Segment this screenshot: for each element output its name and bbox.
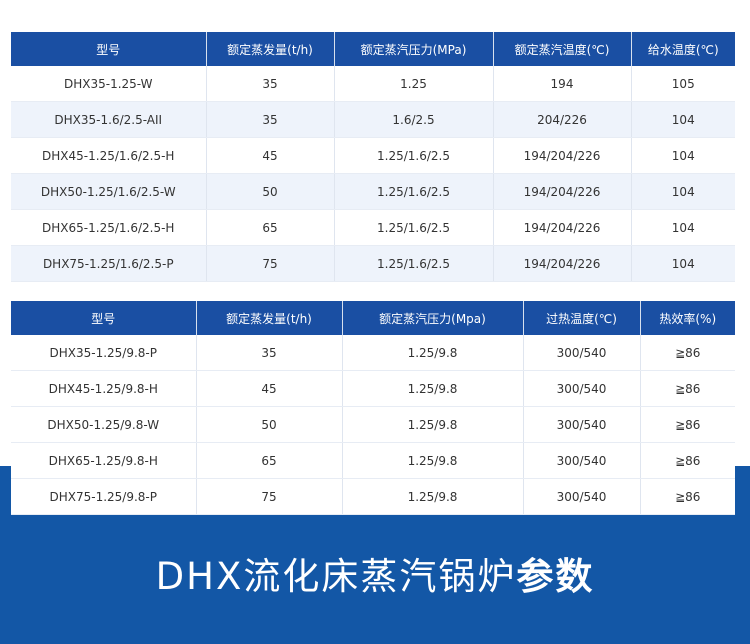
table-cell: 1.6/2.5 xyxy=(334,101,494,138)
table-cell: 75 xyxy=(196,478,343,515)
table-row: DHX75-1.25/9.8-P 75 1.25/9.8 300/540 ≧86 xyxy=(11,478,735,515)
table-cell: 194/204/226 xyxy=(493,137,632,174)
table-cell: 1.25/1.6/2.5 xyxy=(334,137,494,174)
title-main: DHX流化床蒸汽锅炉 xyxy=(155,555,517,598)
table-cell: 194 xyxy=(493,66,632,102)
table-cell: 1.25/9.8 xyxy=(342,478,524,515)
table-cell: DHX45-1.25/9.8-H xyxy=(11,370,197,407)
table-row: DHX35-1.25-W 35 1.25 194 105 xyxy=(11,66,735,102)
table-cell: 1.25/9.8 xyxy=(342,442,524,479)
table-cell: 300/540 xyxy=(523,478,641,515)
header-cell: 过热温度(℃) xyxy=(523,301,641,335)
table-cell: 1.25/1.6/2.5 xyxy=(334,173,494,210)
table-row: DHX50-1.25/9.8-W 50 1.25/9.8 300/540 ≧86 xyxy=(11,406,735,443)
table-cell: 1.25/9.8 xyxy=(342,370,524,407)
table-row: DHX75-1.25/1.6/2.5-P 75 1.25/1.6/2.5 194… xyxy=(11,245,735,282)
table-cell: 194/204/226 xyxy=(493,209,632,246)
table-cell: DHX50-1.25/9.8-W xyxy=(11,406,197,443)
table-cell: ≧86 xyxy=(640,370,735,407)
table-cell: 104 xyxy=(631,137,735,174)
table-cell: 204/226 xyxy=(493,101,632,138)
table-row: DHX65-1.25/9.8-H 65 1.25/9.8 300/540 ≧86 xyxy=(11,442,735,479)
header-cell: 额定蒸发量(t/h) xyxy=(196,301,343,335)
table-cell: ≧86 xyxy=(640,478,735,515)
table-row: DHX45-1.25/9.8-H 45 1.25/9.8 300/540 ≧86 xyxy=(11,370,735,407)
table-cell: DHX65-1.25/1.6/2.5-H xyxy=(11,209,207,246)
header-cell: 额定蒸汽压力(Mpa) xyxy=(342,301,524,335)
table-cell: 35 xyxy=(206,101,335,138)
table-row: DHX35-1.25/9.8-P 35 1.25/9.8 300/540 ≧86 xyxy=(11,335,735,371)
table-cell: DHX75-1.25/1.6/2.5-P xyxy=(11,245,207,282)
table-cell: DHX45-1.25/1.6/2.5-H xyxy=(11,137,207,174)
table-cell: DHX75-1.25/9.8-P xyxy=(11,478,197,515)
table-cell: 35 xyxy=(196,335,343,371)
header-cell: 给水温度(℃) xyxy=(631,32,735,66)
table-header-row: 型号 额定蒸发量(t/h) 额定蒸汽压力(Mpa) 过热温度(℃) 热效率(%) xyxy=(11,301,735,335)
table-cell: 104 xyxy=(631,245,735,282)
table-cell: 300/540 xyxy=(523,370,641,407)
table-cell: 50 xyxy=(206,173,335,210)
header-cell: 额定蒸发量(t/h) xyxy=(206,32,335,66)
table-cell: 1.25/1.6/2.5 xyxy=(334,245,494,282)
table-cell: 1.25/1.6/2.5 xyxy=(334,209,494,246)
table-row: DHX50-1.25/1.6/2.5-W 50 1.25/1.6/2.5 194… xyxy=(11,173,735,210)
table-cell: 65 xyxy=(206,209,335,246)
header-cell: 型号 xyxy=(11,301,197,335)
page-title: DHX流化床蒸汽锅炉参数 xyxy=(0,546,750,600)
table-cell: 104 xyxy=(631,173,735,210)
table-cell: 45 xyxy=(206,137,335,174)
table-cell: ≧86 xyxy=(640,335,735,371)
title-bold: 参数 xyxy=(516,555,595,598)
table-cell: ≧86 xyxy=(640,406,735,443)
table-cell: DHX35-1.25/9.8-P xyxy=(11,335,197,371)
table-header-row: 型号 额定蒸发量(t/h) 额定蒸汽压力(MPa) 额定蒸汽温度(℃) 给水温度… xyxy=(11,32,735,66)
table-cell: 35 xyxy=(206,66,335,102)
table-row: DHX45-1.25/1.6/2.5-H 45 1.25/1.6/2.5 194… xyxy=(11,137,735,174)
table-cell: 300/540 xyxy=(523,335,641,371)
table-cell: 75 xyxy=(206,245,335,282)
table-cell: DHX50-1.25/1.6/2.5-W xyxy=(11,173,207,210)
table-cell: ≧86 xyxy=(640,442,735,479)
table-cell: 105 xyxy=(631,66,735,102)
table-cell: 194/204/226 xyxy=(493,173,632,210)
table-cell: 1.25/9.8 xyxy=(342,335,524,371)
header-cell: 热效率(%) xyxy=(640,301,735,335)
table-row: DHX65-1.25/1.6/2.5-H 65 1.25/1.6/2.5 194… xyxy=(11,209,735,246)
table-cell: 65 xyxy=(196,442,343,479)
header-cell: 额定蒸汽压力(MPa) xyxy=(334,32,494,66)
table-cell: 50 xyxy=(196,406,343,443)
table-cell: 194/204/226 xyxy=(493,245,632,282)
table-cell: DHX35-1.25-W xyxy=(11,66,207,102)
table-cell: 104 xyxy=(631,209,735,246)
header-cell: 额定蒸汽温度(℃) xyxy=(493,32,632,66)
table-row: DHX35-1.6/2.5-AII 35 1.6/2.5 204/226 104 xyxy=(11,101,735,138)
table-cell: 104 xyxy=(631,101,735,138)
table-cell: 1.25/9.8 xyxy=(342,406,524,443)
header-cell: 型号 xyxy=(11,32,207,66)
table-cell: 300/540 xyxy=(523,406,641,443)
table-cell: DHX35-1.6/2.5-AII xyxy=(11,101,207,138)
table-cell: 1.25 xyxy=(334,66,494,102)
table-cell: DHX65-1.25/9.8-H xyxy=(11,442,197,479)
parameters-table-2: 型号 额定蒸发量(t/h) 额定蒸汽压力(Mpa) 过热温度(℃) 热效率(%)… xyxy=(11,301,735,515)
table-cell: 45 xyxy=(196,370,343,407)
parameters-table-1: 型号 额定蒸发量(t/h) 额定蒸汽压力(MPa) 额定蒸汽温度(℃) 给水温度… xyxy=(11,32,735,282)
table-cell: 300/540 xyxy=(523,442,641,479)
